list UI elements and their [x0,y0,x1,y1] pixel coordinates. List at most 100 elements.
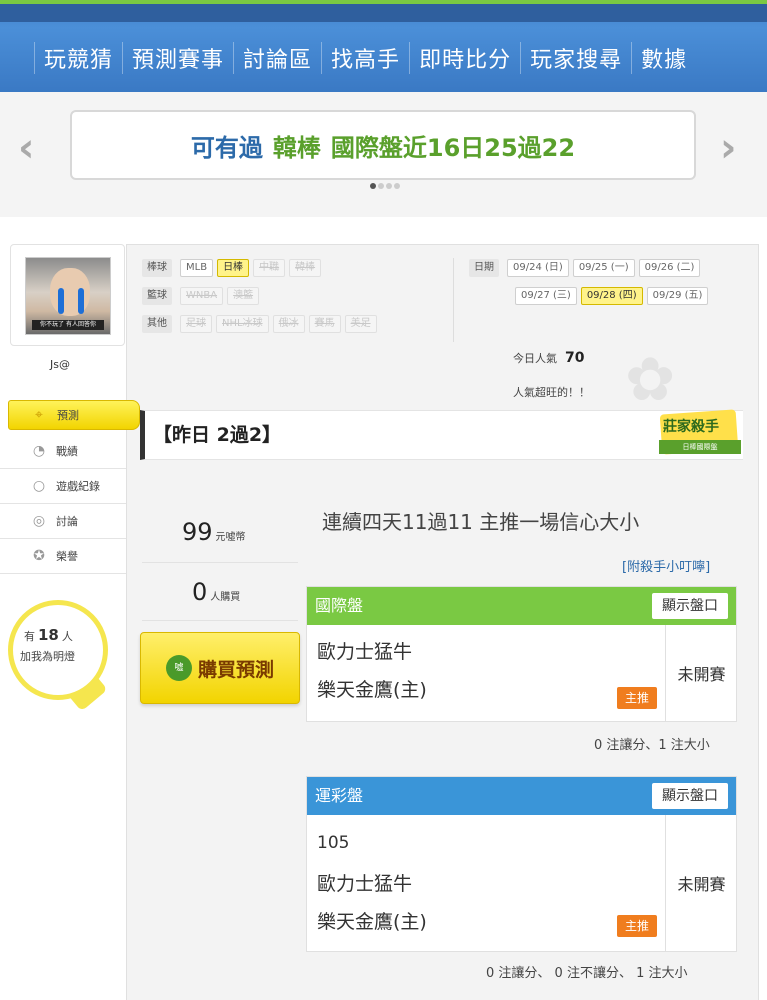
fan-count-suffix: 人 [61,630,73,643]
avatar-tear [58,288,64,314]
nav-item-experts[interactable]: 找高手 [321,42,409,74]
date-chip[interactable]: 09/26 (二) [638,258,701,277]
away-team: 歐力士猛牛 [317,641,413,663]
sidebar-item-label: 討論 [56,515,78,528]
banner-scalloped-edge [0,208,767,222]
username[interactable]: Js@ [50,358,70,371]
yesterday-record: 【昨日 2過2】 [140,410,743,460]
popularity-decoration: ✿ [625,345,676,415]
show-odds-button[interactable]: 顯示盤口 [652,783,728,809]
nav-item-livescore[interactable]: 即時比分 [409,42,520,74]
carousel-dot[interactable] [394,183,400,189]
home-team: 樂天金鷹(主) [317,679,427,701]
date-row: 日期 09/24 (日) 09/25 (一) 09/26 (二) [469,258,712,277]
avatar-card: 你不玩了 有人回答你 [10,244,125,346]
filter-chip-kbo: 韓棒 [289,258,322,277]
fan-lightbulb[interactable]: 有 18 人 加我為明燈 [8,600,120,712]
sidebar-menu: ⌖ 預測 ◔ 戰績 ○ 遊戲紀錄 ◎ 討論 ✪ 榮譽 [0,400,140,574]
badge-title: 莊家殺手 [663,419,719,435]
nav-item-predict[interactable]: 預測賽事 [122,42,233,74]
chat-icon: ◎ [32,513,46,529]
filter-row-baseball: 棒球 MLB 日棒 中職 韓棒 [142,258,381,277]
nav-item-guess[interactable]: 玩競猜 [34,42,122,74]
sidebar-item-label: 遊戲紀錄 [56,480,100,493]
buy-button-label: 購買預測 [197,658,274,681]
date-chip[interactable]: 09/27 (三) [515,286,577,305]
sidebar-item-label: 戰績 [56,445,78,458]
buy-prediction-button[interactable]: 噓 購買預測 [140,632,300,704]
buyer-unit: 人購買 [210,592,241,603]
chevron-left-icon[interactable]: ‹ [18,125,34,171]
filter-row-basketball: 籃球 WNBA 澳籃 [142,286,381,305]
bet-summary: 0 注讓分、1 注大小 [594,738,710,753]
date-chip[interactable]: 09/24 (日) [507,258,569,277]
fan-count: 有 18 人 [24,626,73,644]
top-dark-strip [0,4,767,22]
prediction-panel-lottery: 運彩盤 顯示盤口 105 歐力士猛牛 樂天金鷹(主) 主推 未開賽 [306,776,737,952]
panel-title: 國際盤 [315,596,364,615]
filter-chip-soccer: 足球 [180,314,212,333]
nav-item-forum[interactable]: 討論區 [233,42,321,74]
banner-expert-name: 可有過 [190,133,263,162]
avatar[interactable]: 你不玩了 有人回答你 [25,257,111,335]
stat-divider [142,562,298,563]
sport-filters: 棒球 MLB 日棒 中職 韓棒 籃球 WNBA 澳籃 其他 足球 NHL冰球 俄… [142,258,381,342]
filter-chip-cpbl: 中職 [253,258,286,277]
badge-subtitle: 日棒國際盤 [659,440,741,454]
avatar-face [50,268,90,316]
filter-chip-khl: 俄冰 [272,314,305,333]
popularity: 今日人氣 70 [513,350,584,366]
chevron-right-icon[interactable]: › [720,125,736,171]
popularity-note: 人氣超旺的！！ [513,386,590,399]
chart-icon: ◔ [32,443,46,459]
sidebar-item-record[interactable]: ◔ 戰績 [0,434,126,469]
total-line: 105 [317,833,350,853]
carousel-dot[interactable] [386,183,392,189]
banner-league: 韓棒 [272,133,321,162]
main-pick-badge: 主推 [617,687,657,709]
popularity-value: 70 [565,350,585,366]
price-coins: 99 元噓幣 [182,518,246,546]
fan-count-number: 18 [38,626,59,644]
filter-divider [453,258,454,342]
sidebar-item-honor[interactable]: ✪ 榮譽 [0,539,126,574]
panel-header: 國際盤 顯示盤口 [307,587,736,625]
date-tag: 日期 [469,258,499,277]
avatar-tear [78,288,84,314]
target-icon: ⌖ [35,407,43,423]
buyer-value: 0 [192,578,208,606]
date-row: 09/27 (三) 09/28 (四) 09/29 (五) [469,286,712,305]
date-chip[interactable]: 09/25 (一) [572,258,635,277]
panel-body: 105 歐力士猛牛 樂天金鷹(主) 主推 未開賽 [307,815,736,951]
banner-carousel[interactable]: 可有過 韓棒 國際盤近16日25過22 [70,110,696,180]
dealer-killer-badge: 莊家殺手 日棒國際盤 [655,409,743,460]
filter-chip-nbl: 澳籃 [227,286,260,305]
sidebar-item-discuss[interactable]: ◎ 討論 [0,504,126,539]
filter-chip-nhl: NHL冰球 [216,314,269,333]
filter-chip-npb[interactable]: 日棒 [217,258,250,277]
popularity-label: 今日人氣 [513,352,557,365]
sidebar-item-predict[interactable]: ⌖ 預測 [8,400,140,430]
date-chip[interactable]: 09/29 (五) [646,286,709,305]
killer-tips-link[interactable]: [附殺手小叮嚀] [622,556,710,575]
date-chip-selected[interactable]: 09/28 (四) [580,286,643,305]
fan-count-prefix: 有 [24,630,35,643]
filter-chip-mlb[interactable]: MLB [180,258,214,277]
carousel-dot[interactable] [378,183,384,189]
carousel-dot[interactable] [370,183,376,189]
match-status: 未開賽 [665,815,737,951]
stat-divider [142,620,298,621]
bet-summary: 0 注讓分、 0 注不讓分、 1 注大小 [486,966,688,981]
nav-item-data[interactable]: 數據 [631,42,696,74]
away-team: 歐力士猛牛 [317,873,413,895]
panel-header: 運彩盤 顯示盤口 [307,777,736,815]
nav-item-player-search[interactable]: 玩家搜尋 [520,42,631,74]
buyer-count: 0 人購買 [192,578,240,606]
carousel-dots [370,183,400,189]
filter-chip-wnba: WNBA [180,286,224,305]
home-team: 樂天金鷹(主) [317,911,427,933]
record-icon: ○ [32,478,46,494]
date-filters: 日期 09/24 (日) 09/25 (一) 09/26 (二) 09/27 (… [469,258,712,314]
sidebar-item-game-log[interactable]: ○ 遊戲紀錄 [0,469,126,504]
show-odds-button[interactable]: 顯示盤口 [652,593,728,619]
